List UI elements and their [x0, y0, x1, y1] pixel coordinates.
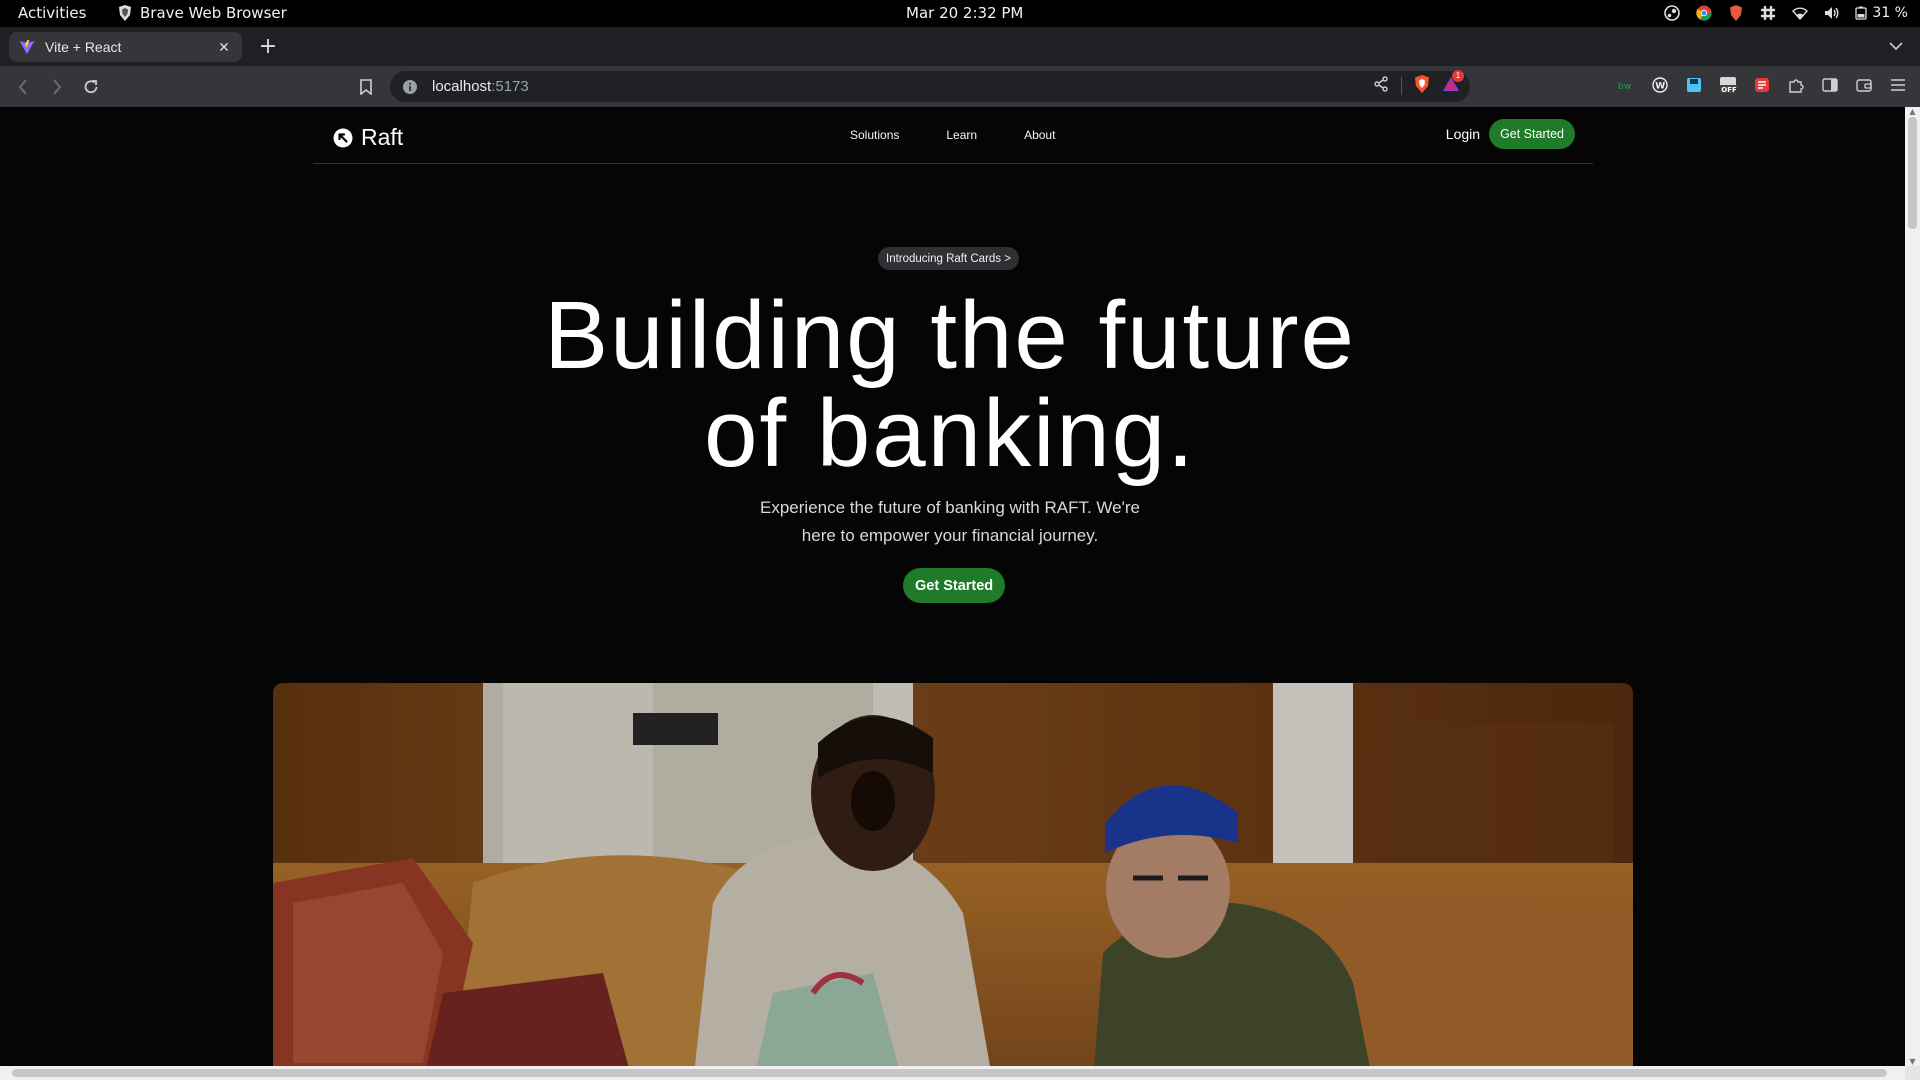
- hero-title-line-2: of banking.: [704, 380, 1196, 487]
- hero-image: [273, 683, 1633, 1066]
- app-name: Brave Web Browser: [140, 4, 287, 22]
- back-button[interactable]: [12, 76, 34, 98]
- share-icon[interactable]: [1373, 76, 1389, 96]
- login-link[interactable]: Login: [1446, 126, 1480, 142]
- hero-subtitle-line-2: here to empower your financial journey.: [801, 526, 1099, 545]
- hero-subtitle-line-1: Experience the future of banking with RA…: [760, 498, 1140, 517]
- primary-nav: Solutions Learn About: [850, 128, 1055, 142]
- horizontal-scroll-thumb[interactable]: [12, 1069, 1887, 1077]
- header-get-started-button[interactable]: Get Started: [1489, 119, 1575, 149]
- reload-button[interactable]: [80, 76, 102, 98]
- address-bar-actions: 1: [1373, 70, 1464, 97]
- clock[interactable]: Mar 20 2:32 PM: [906, 4, 1023, 22]
- brand-name: Raft: [361, 124, 404, 150]
- vite-favicon-icon: [19, 40, 35, 54]
- menu-hamburger-icon[interactable]: [1888, 75, 1908, 95]
- extension-w-icon[interactable]: W: [1650, 75, 1670, 95]
- battery-percent: 31 %: [1872, 5, 1908, 21]
- close-tab-icon[interactable]: ✕: [216, 39, 232, 55]
- battery-indicator[interactable]: 31 %: [1854, 5, 1908, 21]
- hero-get-started-button[interactable]: Get Started: [903, 568, 1006, 603]
- wallet-icon[interactable]: [1854, 75, 1874, 95]
- brave-shields-icon[interactable]: [1414, 75, 1430, 97]
- browser-toolbar: localhost:5173 1 bw W OFF: [0, 66, 1920, 107]
- steam-tray-icon[interactable]: [1662, 3, 1682, 23]
- vertical-scrollbar[interactable]: ▲ ▼: [1905, 107, 1920, 1066]
- new-tab-button[interactable]: +: [256, 35, 280, 59]
- extension-red-icon[interactable]: [1752, 75, 1772, 95]
- system-top-bar: Activities Brave Web Browser Mar 20 2:32…: [0, 0, 1920, 27]
- nav-solutions[interactable]: Solutions: [850, 128, 899, 142]
- extensions-puzzle-icon[interactable]: [1786, 75, 1806, 95]
- svg-text:bw: bw: [1618, 82, 1631, 91]
- horizontal-scrollbar[interactable]: [0, 1066, 1905, 1080]
- announcement-pill[interactable]: Introducing Raft Cards >: [878, 247, 1019, 270]
- extension-bw-icon[interactable]: bw: [1616, 75, 1636, 95]
- nav-learn[interactable]: Learn: [946, 128, 977, 142]
- address-bar[interactable]: localhost:5173 1: [390, 70, 1470, 102]
- hero-title: Building the future of banking.: [300, 287, 1600, 483]
- system-tray[interactable]: 31 %: [1662, 2, 1908, 24]
- scroll-down-arrow-icon[interactable]: ▼: [1908, 1057, 1917, 1066]
- url-host: localhost: [432, 78, 492, 95]
- app-menu[interactable]: Brave Web Browser: [118, 4, 287, 22]
- site-info-icon[interactable]: [402, 79, 418, 95]
- chrome-tray-icon[interactable]: [1694, 3, 1714, 23]
- tab-vite-react[interactable]: Vite + React ✕: [9, 32, 242, 62]
- scroll-up-arrow-icon[interactable]: ▲: [1908, 107, 1917, 116]
- tab-title: Vite + React: [45, 39, 122, 55]
- tab-strip: Vite + React ✕ +: [0, 27, 1920, 66]
- header-actions: Login Get Started: [1446, 119, 1575, 149]
- bookmark-icon[interactable]: [355, 76, 377, 98]
- extension-save-icon[interactable]: [1684, 75, 1704, 95]
- extension-off-icon[interactable]: OFF: [1718, 75, 1738, 95]
- volume-icon[interactable]: [1822, 3, 1842, 23]
- slack-tray-icon[interactable]: [1758, 3, 1778, 23]
- brave-rewards-icon[interactable]: 1: [1442, 70, 1464, 96]
- battery-icon: [1855, 6, 1868, 20]
- site-header: Raft Solutions Learn About Login Get Sta…: [313, 107, 1593, 164]
- omnibox-divider: [1401, 77, 1402, 95]
- hero-subtitle: Experience the future of banking with RA…: [660, 494, 1240, 550]
- rewards-badge: 1: [1452, 70, 1464, 82]
- page-viewport: Raft Solutions Learn About Login Get Sta…: [0, 107, 1905, 1066]
- svg-text:OFF: OFF: [1721, 86, 1737, 94]
- hero-title-line-1: Building the future: [544, 282, 1356, 389]
- raft-logo-icon: [333, 128, 353, 147]
- shield-tray-icon[interactable]: [1726, 3, 1746, 23]
- scrollbar-corner: [1905, 1066, 1920, 1080]
- activities-button[interactable]: Activities: [18, 4, 86, 22]
- hero-photo-illustration: [273, 683, 1633, 1066]
- vertical-scroll-thumb[interactable]: [1908, 117, 1917, 229]
- sidebar-toggle-icon[interactable]: [1820, 75, 1840, 95]
- forward-button[interactable]: [46, 76, 68, 98]
- wifi-icon[interactable]: [1790, 3, 1810, 23]
- tab-search-chevron-icon[interactable]: [1886, 36, 1906, 56]
- brave-app-icon: [119, 5, 131, 21]
- brand-logo[interactable]: Raft: [333, 124, 403, 151]
- extensions-area: bw W OFF: [1616, 75, 1908, 95]
- svg-text:W: W: [1655, 82, 1665, 92]
- nav-about[interactable]: About: [1024, 128, 1055, 142]
- url-port: :5173: [491, 78, 529, 95]
